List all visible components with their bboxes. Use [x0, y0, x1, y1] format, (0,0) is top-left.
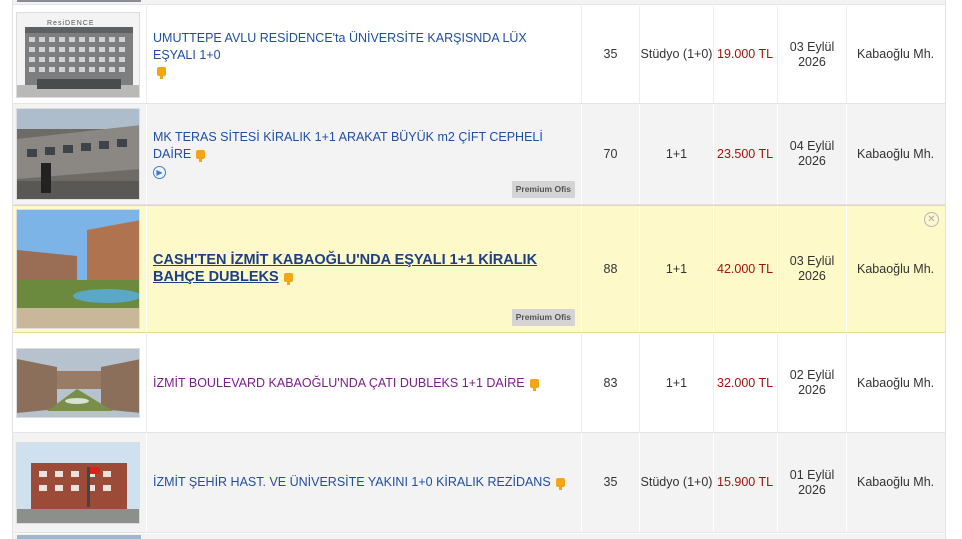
- date-year: 2026: [798, 269, 826, 283]
- table-row[interactable]: İZMİT ŞEHİR HAST. VE ÜNİVERSİTE YAKINI 1…: [13, 433, 945, 533]
- price-cell: 19.000 TL: [714, 6, 778, 103]
- location-cell: Kabaoğlu Mh. ✕: [847, 206, 945, 332]
- listing-title-link[interactable]: UMUTTEPE AVLU RESİDENCE'ta ÜNİVERSİTE KA…: [153, 31, 527, 62]
- location-cell: Kabaoğlu Mh.: [857, 475, 935, 489]
- premium-badge: Premium Ofis: [511, 181, 575, 198]
- m2-cell: 70: [582, 104, 640, 204]
- date-year: 2026: [798, 482, 826, 497]
- date-day: 03 Eylül: [789, 254, 835, 268]
- date-cell: 04 Eylül 2026: [778, 104, 847, 204]
- play-circle-icon[interactable]: ▶: [153, 166, 166, 179]
- listing-thumbnail-partial[interactable]: [17, 535, 141, 539]
- table-row-partial-bottom: [13, 534, 945, 539]
- location-cell: Kabaoğlu Mh.: [857, 47, 935, 61]
- listing-thumbnail[interactable]: [16, 108, 140, 200]
- table-row-highlighted[interactable]: CASH'TEN İZMİT KABAOĞLU'NDA EŞYALI 1+1 K…: [13, 205, 945, 333]
- rooms-cell: 1+1: [640, 206, 714, 332]
- thumbnail-cell: [13, 206, 147, 332]
- date-day: 02 Eylül: [789, 368, 835, 382]
- date-day: 04 Eylül: [789, 139, 835, 153]
- listing-thumbnail[interactable]: [16, 441, 140, 524]
- title-cell: CASH'TEN İZMİT KABAOĞLU'NDA EŞYALI 1+1 K…: [147, 206, 582, 332]
- map-pin-icon[interactable]: [157, 67, 166, 80]
- date-cell: 02 Eylül 2026: [778, 334, 847, 432]
- price-cell: 32.000 TL: [714, 334, 778, 432]
- title-cell: UMUTTEPE AVLU RESİDENCE'ta ÜNİVERSİTE KA…: [147, 6, 582, 103]
- title-cell: MK TERAS SİTESİ KİRALIK 1+1 ARAKAT BÜYÜK…: [147, 104, 582, 204]
- listing-thumbnail[interactable]: [16, 209, 140, 329]
- premium-badge: Premium Ofis: [511, 309, 575, 326]
- date-day: 01 Eylül: [789, 467, 835, 482]
- table-row-partial-top: [13, 0, 945, 5]
- listing-title-link[interactable]: İZMİT ŞEHİR HAST. VE ÜNİVERSİTE YAKINI 1…: [153, 475, 551, 489]
- rooms-cell: 1+1: [640, 104, 714, 204]
- rooms-cell: 1+1: [640, 334, 714, 432]
- listing-title-link[interactable]: İZMİT BOULEVARD KABAOĞLU'NDA ÇATI DUBLEK…: [153, 376, 525, 390]
- date-cell: 03 Eylül 2026: [778, 206, 847, 332]
- table-row[interactable]: ResiDENCE UMUTTEPE AVLU RESİDENCE'ta ÜNİ…: [13, 6, 945, 104]
- thumbnail-cell: [13, 104, 147, 204]
- thumbnail-cell: [13, 334, 147, 432]
- m2-cell: 35: [582, 6, 640, 103]
- title-cell: İZMİT BOULEVARD KABAOĞLU'NDA ÇATI DUBLEK…: [147, 334, 582, 432]
- date-day: 03 Eylül: [789, 39, 835, 54]
- residence-logo-text: ResiDENCE: [47, 19, 95, 27]
- price-cell: 42.000 TL: [714, 206, 778, 332]
- listing-thumbnail-partial[interactable]: [17, 0, 141, 2]
- location-cell: Kabaoğlu Mh.: [857, 375, 935, 390]
- m2-cell: 88: [582, 206, 640, 332]
- table-row[interactable]: İZMİT BOULEVARD KABAOĞLU'NDA ÇATI DUBLEK…: [13, 334, 945, 433]
- map-pin-icon[interactable]: [196, 150, 206, 163]
- map-pin-icon[interactable]: [555, 478, 565, 491]
- title-cell: İZMİT ŞEHİR HAST. VE ÜNİVERSİTE YAKINI 1…: [147, 433, 582, 532]
- thumbnail-cell: ResiDENCE: [13, 6, 147, 103]
- listing-results-page: ResiDENCE UMUTTEPE AVLU RESİDENCE'ta ÜNİ…: [0, 0, 962, 539]
- close-circle-icon[interactable]: ✕: [924, 212, 939, 227]
- rooms-cell: Stüdyo (1+0): [640, 433, 714, 532]
- listing-title-link[interactable]: MK TERAS SİTESİ KİRALIK 1+1 ARAKAT BÜYÜK…: [153, 130, 543, 161]
- listing-thumbnail[interactable]: ResiDENCE: [16, 11, 140, 98]
- m2-cell: 35: [582, 433, 640, 532]
- m2-cell: 83: [582, 334, 640, 432]
- date-year: 2026: [798, 154, 826, 168]
- listing-thumbnail[interactable]: [16, 348, 140, 418]
- date-year: 2026: [798, 383, 826, 397]
- location-cell: Kabaoğlu Mh.: [857, 146, 935, 161]
- date-cell: 01 Eylül 2026: [778, 433, 847, 532]
- map-pin-icon[interactable]: [529, 378, 539, 391]
- rooms-cell: Stüdyo (1+0): [640, 6, 714, 103]
- location-text: Kabaoğlu Mh.: [857, 261, 935, 276]
- thumbnail-cell: [13, 433, 147, 532]
- price-cell: 15.900 TL: [714, 433, 778, 532]
- table-right-border: [945, 0, 946, 539]
- map-pin-icon[interactable]: [283, 273, 293, 286]
- table-row[interactable]: MK TERAS SİTESİ KİRALIK 1+1 ARAKAT BÜYÜK…: [13, 104, 945, 205]
- listing-title-link[interactable]: CASH'TEN İZMİT KABAOĞLU'NDA EŞYALI 1+1 K…: [153, 252, 537, 285]
- date-cell: 03 Eylül 2026: [778, 6, 847, 103]
- price-cell: 23.500 TL: [714, 104, 778, 204]
- date-year: 2026: [798, 54, 826, 69]
